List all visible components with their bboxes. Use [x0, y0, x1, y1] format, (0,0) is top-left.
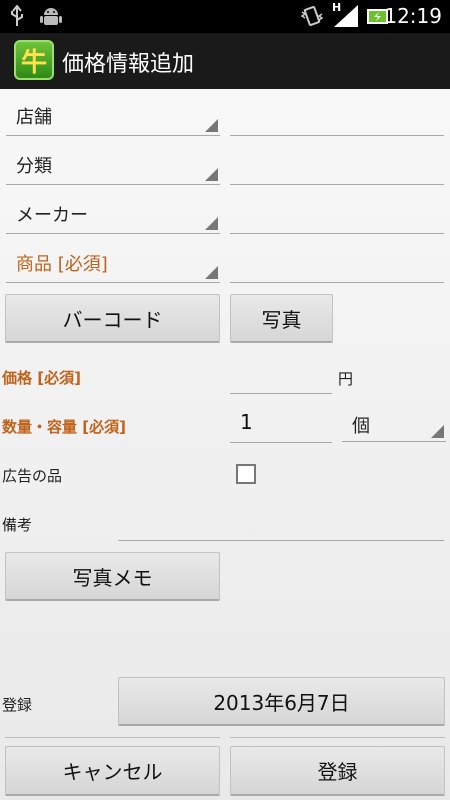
cancel-button[interactable]: キャンセル [5, 746, 220, 796]
category-input[interactable] [230, 145, 444, 185]
product-spinner[interactable]: 商品 [必須] [6, 243, 220, 283]
notes-label: 備考 [2, 516, 33, 534]
footer-divider [5, 737, 220, 740]
status-bar: H 12:19 [0, 0, 450, 33]
dropdown-arrow-icon [431, 425, 444, 438]
quantity-value: 1 [240, 410, 253, 434]
category-label: 分類 [16, 156, 52, 177]
usb-icon [10, 5, 24, 27]
photo-button[interactable]: 写真 [230, 294, 333, 343]
quantity-label: 数量・容量 [必須] [2, 418, 126, 436]
price-input[interactable] [230, 354, 332, 394]
dropdown-arrow-icon [205, 266, 218, 279]
store-label: 店舗 [16, 107, 52, 128]
product-label: 商品 [必須] [16, 254, 108, 275]
page-title: 価格情報追加 [62, 52, 195, 77]
dropdown-arrow-icon [205, 119, 218, 132]
app-icon-glyph: 牛 [20, 47, 47, 78]
product-input[interactable] [230, 243, 444, 283]
clock: 12:19 [384, 4, 442, 28]
registered-label: 登録 [2, 696, 33, 714]
vibrate-icon [300, 5, 324, 27]
barcode-button[interactable]: バーコード [5, 294, 220, 343]
maker-spinner[interactable]: メーカー [6, 194, 220, 234]
maker-input[interactable] [230, 194, 444, 234]
notes-input[interactable] [118, 501, 444, 541]
register-button[interactable]: 登録 [230, 746, 445, 796]
dropdown-arrow-icon [205, 217, 218, 230]
footer-divider [230, 737, 445, 740]
registered-date-button[interactable]: 2013年6月7日 [118, 677, 445, 726]
quantity-unit-spinner[interactable]: 個 [342, 406, 446, 442]
store-spinner[interactable]: 店舗 [6, 96, 220, 136]
quantity-unit-value: 個 [352, 416, 370, 437]
photo-memo-button[interactable]: 写真メモ [5, 552, 220, 601]
quantity-input[interactable]: 1 [230, 403, 332, 443]
dropdown-arrow-icon [205, 168, 218, 181]
price-unit: 円 [338, 370, 354, 388]
app-icon[interactable]: 牛 [14, 40, 54, 80]
maker-label: メーカー [16, 205, 88, 226]
advert-label: 広告の品 [2, 467, 63, 485]
android-debug-icon [40, 5, 62, 27]
store-input[interactable] [230, 96, 444, 136]
category-spinner[interactable]: 分類 [6, 145, 220, 185]
network-type-label: H [332, 0, 342, 14]
price-label: 価格 [必須] [2, 369, 81, 387]
advert-checkbox[interactable] [236, 464, 256, 484]
action-bar: 牛 価格情報追加 [0, 33, 450, 89]
